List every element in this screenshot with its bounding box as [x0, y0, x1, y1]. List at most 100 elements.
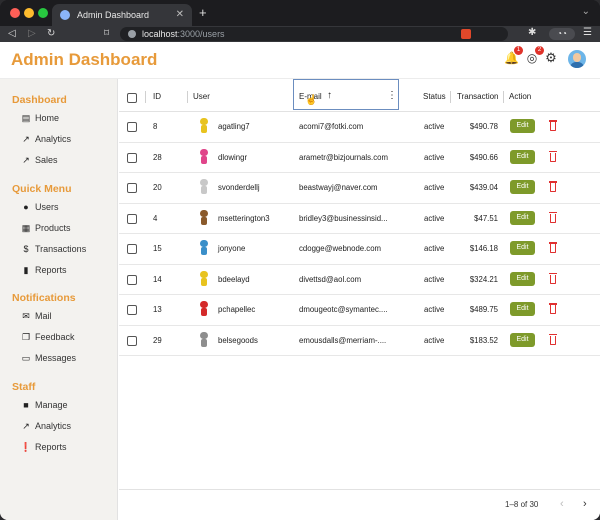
sidebar-item-label: Users [35, 202, 59, 212]
edit-button[interactable]: Edit [510, 302, 535, 316]
minimize-window-button[interactable] [24, 8, 34, 18]
column-header-id[interactable]: ID [153, 92, 161, 101]
sidebar-item-label: Analytics [35, 134, 72, 144]
cell-email: divettsd@aol.com [299, 274, 362, 284]
sidebar-item-reports[interactable]: ▮ Reports [20, 262, 67, 278]
delete-trash-icon[interactable] [548, 150, 558, 163]
column-header-user[interactable]: User [193, 92, 210, 101]
email-column-header-focused[interactable]: E-mail ↑ ⋮ ☝ [293, 79, 399, 110]
edit-button[interactable]: Edit [510, 241, 535, 255]
settings-gear-icon[interactable]: ⚙ [544, 51, 558, 65]
reload-button[interactable]: ↻ [47, 27, 55, 41]
row-checkbox[interactable] [127, 335, 137, 346]
sidebar-item-users[interactable]: ● Users [20, 199, 59, 215]
cell-email: bridley3@businessinsid... [299, 213, 388, 223]
language-globe-icon[interactable]: ◎ 2 [525, 46, 544, 65]
sort-ascending-icon[interactable]: ↑ [327, 90, 332, 101]
forward-button[interactable]: ▷ [28, 27, 36, 41]
row-checkbox[interactable] [127, 183, 137, 193]
bookmark-icon[interactable]: ⌑ [104, 27, 109, 41]
sidebar-item-sales[interactable]: ↗ Sales [20, 152, 57, 168]
table-row[interactable]: 15 jonyone cdogge@webnode.com active $146.18… [119, 234, 600, 265]
cell-id: 15 [153, 244, 162, 253]
site-info-icon[interactable] [128, 30, 136, 38]
address-bar[interactable]: localhost:3000/users [120, 27, 508, 41]
cell-email: emousdalls@merriam-.... [299, 335, 387, 345]
cell-transaction: $146.18 [469, 244, 498, 253]
user-avatar-figure [199, 179, 209, 195]
tab-search-chevron-icon[interactable]: ⌄ [582, 6, 590, 17]
browser-tab[interactable]: Admin Dashboard ✕ [52, 4, 192, 26]
maximize-window-button[interactable] [38, 8, 48, 18]
sidebar-item-staff-analytics[interactable]: ↗ Analytics [20, 418, 71, 434]
table-row[interactable]: 28 dlowingr arametr@bizjournals.com active $… [119, 143, 600, 173]
edit-button[interactable]: Edit [510, 180, 535, 194]
delete-trash-icon[interactable] [548, 272, 558, 285]
delete-trash-icon[interactable] [548, 119, 558, 132]
column-header-action[interactable]: Action [509, 92, 531, 101]
sidebar-item-mail[interactable]: ✉ Mail [20, 308, 51, 324]
notifications-icon[interactable]: 🔔 1 [504, 46, 523, 65]
new-tab-button[interactable]: + [199, 5, 207, 20]
row-checkbox[interactable] [127, 305, 137, 315]
table-row[interactable]: 20 svonderdellj beastwayj@naver.com active $… [119, 173, 600, 204]
delete-trash-icon[interactable] [548, 180, 558, 193]
pagination-label: 1–8 of 30 [505, 500, 539, 509]
row-checkbox[interactable] [127, 244, 137, 254]
edit-button[interactable]: Edit [510, 332, 535, 347]
column-menu-icon[interactable]: ⋮ [387, 90, 397, 101]
sidebar-item-feedback[interactable]: ❐ Feedback [20, 329, 75, 345]
close-window-button[interactable] [10, 8, 20, 18]
edit-button[interactable]: Edit [510, 210, 535, 225]
table-row[interactable]: 4 msetterington3 bridley3@businessinsid...… [119, 204, 600, 234]
user-avatar-figure [199, 209, 209, 226]
select-all-checkbox[interactable] [127, 93, 137, 103]
row-checkbox[interactable] [127, 274, 137, 285]
cell-user: agatling7 [218, 122, 250, 131]
row-checkbox[interactable] [127, 152, 137, 163]
edit-button[interactable]: Edit [510, 271, 535, 286]
sidebar-item-label: Feedback [35, 332, 75, 342]
delete-trash-icon[interactable] [548, 211, 558, 224]
table-row[interactable]: 29 belsegoods emousdalls@merriam-.... activ… [119, 326, 600, 356]
table-row[interactable]: 8 agatling7 acomi7@fotki.com active $490.78 E… [119, 112, 600, 143]
sidebar-item-manage[interactable]: ■ Manage [20, 397, 67, 413]
row-checkbox[interactable] [127, 122, 137, 132]
sidebar-item-staff-reports[interactable]: ❗ Reports [20, 439, 66, 455]
cell-user: bdeelayd [218, 274, 250, 284]
user-avatar[interactable] [568, 50, 586, 68]
row-checkbox[interactable] [127, 213, 137, 224]
briefcase-icon: ■ [23, 400, 29, 410]
next-page-chevron-icon[interactable]: › [583, 498, 587, 510]
table-footer: 1–8 of 30 ‹ › [119, 489, 600, 520]
sidebar-item-label: Transactions [35, 244, 87, 254]
sidebar-section-title: Dashboard [12, 94, 67, 106]
column-header-transaction[interactable]: Transaction [457, 92, 499, 101]
sidebar-item-home[interactable]: ▤ Home [20, 110, 59, 126]
browser-menu-icon[interactable]: ☰ [583, 27, 592, 38]
notification-badge: 1 [514, 46, 523, 55]
sidebar-item-transactions[interactable]: $ Transactions [20, 241, 86, 257]
sidebar-item-messages[interactable]: ▭ Messages [20, 350, 76, 366]
extensions-icon[interactable]: ✱ [528, 27, 536, 38]
delete-trash-icon[interactable] [548, 302, 558, 315]
mouse-pointer-icon: ☝ [305, 95, 318, 106]
column-header-status[interactable]: Status [423, 92, 446, 101]
sidebar-item-products[interactable]: ▦ Products [20, 220, 71, 236]
delete-trash-icon[interactable] [548, 241, 558, 254]
delete-trash-icon[interactable] [548, 333, 558, 346]
previous-page-chevron-icon[interactable]: ‹ [560, 498, 564, 510]
cell-transaction: $183.52 [469, 335, 498, 345]
brave-shield-icon[interactable] [461, 29, 471, 39]
table-row[interactable]: 13 pchapellec dmougeotc@symantec.... active… [119, 295, 600, 326]
back-button[interactable]: ◁ [8, 27, 16, 41]
edit-button[interactable]: Edit [510, 119, 535, 133]
feedback-icon: ❐ [21, 331, 31, 342]
table-row[interactable]: 14 bdeelayd divettsd@aol.com active $324.21 E… [119, 265, 600, 295]
cell-user: belsegoods [218, 335, 258, 345]
sales-icon: ↗ [22, 154, 30, 165]
sidebar-item-analytics[interactable]: ↗ Analytics [20, 131, 71, 147]
edit-button[interactable]: Edit [510, 149, 535, 164]
private-profile-icon[interactable]: ◔◔ [549, 28, 575, 40]
close-tab-icon[interactable]: ✕ [176, 9, 184, 20]
